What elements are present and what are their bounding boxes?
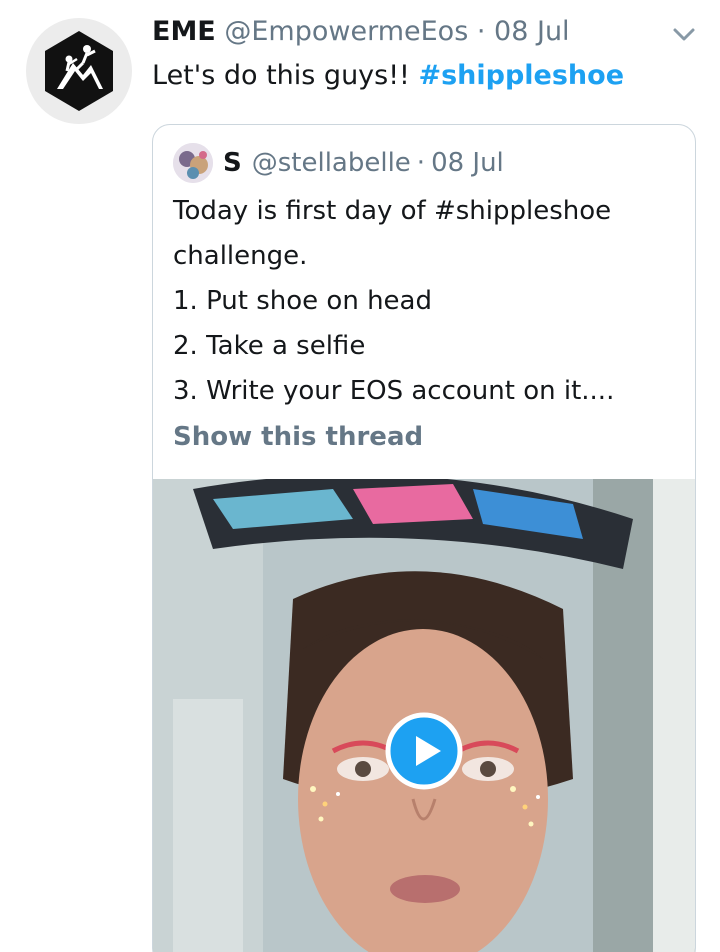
quoted-tweet-header: S @stellabelle · 08 Jul	[173, 143, 504, 183]
quoted-text-line: 3. Write your EOS account on it....	[173, 376, 615, 406]
quoted-tweet-card[interactable]: S @stellabelle · 08 Jul Today is first d…	[152, 124, 696, 952]
tweet-header: EME @EmpowermeEos · 08 Jul	[152, 12, 570, 52]
tweet: EME @EmpowermeEos · 08 Jul Let's do this…	[0, 0, 720, 952]
quoted-separator: ·	[416, 148, 426, 178]
quoted-display-name[interactable]: S	[223, 143, 242, 183]
mountain-climber-logo-icon	[45, 31, 113, 111]
quoted-text-line: challenge.	[173, 241, 308, 271]
show-thread-link[interactable]: Show this thread	[173, 417, 423, 457]
display-name[interactable]: EME	[152, 16, 216, 47]
quoted-avatar[interactable]	[173, 143, 213, 183]
chevron-down-icon[interactable]	[670, 22, 698, 46]
quoted-text-line: 1. Put shoe on head	[173, 286, 432, 316]
video-thumbnail[interactable]	[153, 479, 695, 952]
quoted-timestamp[interactable]: 08 Jul	[431, 143, 504, 183]
tweet-text: Let's do this guys!! #shippleshoe	[152, 56, 624, 96]
quoted-text-line: Today is first day of #shippleshoe	[173, 196, 612, 226]
separator: ·	[476, 16, 486, 47]
handle[interactable]: @EmpowermeEos	[224, 16, 468, 47]
quoted-text-line: 2. Take a selfie	[173, 331, 366, 361]
tweet-text-body: Let's do this guys!!	[152, 60, 419, 91]
play-icon[interactable]	[385, 712, 463, 790]
quoted-tweet-text: Today is first day of #shippleshoe chall…	[173, 189, 678, 414]
avatar[interactable]	[26, 18, 132, 124]
quoted-avatar-image	[173, 143, 213, 183]
timestamp[interactable]: 08 Jul	[494, 16, 570, 47]
quoted-handle[interactable]: @stellabelle	[252, 143, 411, 183]
hashtag-link[interactable]: #shippleshoe	[418, 60, 624, 91]
